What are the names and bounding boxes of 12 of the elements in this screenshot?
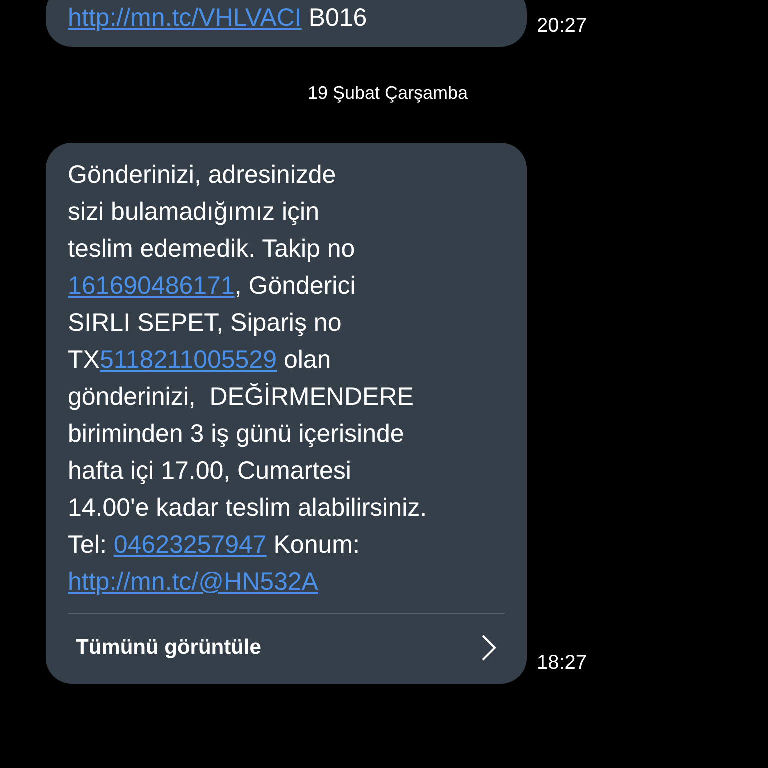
message-link[interactable]: 5118211005529 — [100, 346, 277, 374]
message-link[interactable]: http://mn.tc/@HN532A — [68, 568, 318, 596]
message-link[interactable]: http://mn.tc/VHLVACI — [68, 4, 302, 32]
message-time: 20:27 — [537, 14, 588, 39]
view-all-button[interactable]: Tümünü görüntüle — [68, 613, 505, 674]
chevron-right-icon — [481, 634, 497, 662]
message-text: Gönderinizi, adresinizde sizi bulamadığımız için teslim edemedik. Takip no 161690486171, Gönderici SIRLI SEPET, Sipariş no TX5118211005529 olan gönderinizi, DEĞİRMENDERE biriminden 3 iş günü içerisinde hafta içi 17.00, Cumartesi 14.00'e kadar teslim alabilirsiniz. Tel: 04623257947 Konum: http://mn.tc/@HN532A — [68, 160, 428, 598]
message-time: 18:27 — [537, 650, 588, 676]
message-link[interactable]: 161690486171 — [68, 272, 235, 300]
message-text: http://mn.tc/VHLVACI B016 — [68, 3, 368, 34]
date-divider: 19 Şubat Çarşamba — [308, 82, 468, 105]
message-link[interactable]: 04623257947 — [114, 531, 267, 559]
